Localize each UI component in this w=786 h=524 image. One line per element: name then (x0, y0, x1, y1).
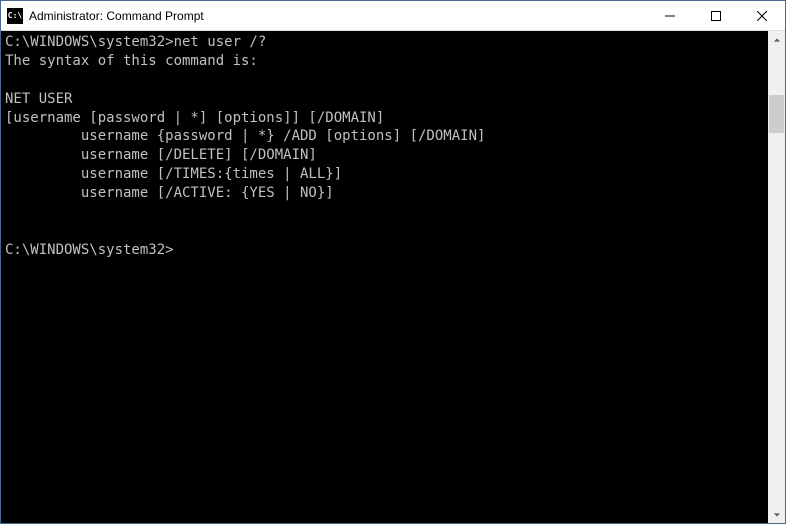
chevron-up-icon (773, 36, 781, 44)
maximize-icon (711, 11, 721, 21)
scrollbar-track[interactable] (768, 48, 785, 506)
typed-command: net user /? (174, 34, 267, 50)
maximize-button[interactable] (693, 1, 739, 30)
titlebar[interactable]: C:\ Administrator: Command Prompt (1, 1, 785, 31)
output-line: username [/TIMES:{times | ALL}] (5, 166, 342, 182)
command-prompt-window: C:\ Administrator: Command Prompt C:\WIN… (0, 0, 786, 524)
vertical-scrollbar[interactable] (768, 31, 785, 523)
prompt-path: C:\WINDOWS\system32> (5, 242, 174, 258)
content-area: C:\WINDOWS\system32>net user /? The synt… (1, 31, 785, 523)
output-line: [username [password | *] [options]] [/DO… (5, 110, 384, 126)
window-title: Administrator: Command Prompt (29, 9, 647, 23)
output-line: username {password | *} /ADD [options] [… (5, 128, 485, 144)
scroll-down-button[interactable] (768, 506, 785, 523)
minimize-icon (665, 11, 675, 21)
close-icon (757, 11, 767, 21)
output-line: The syntax of this command is: (5, 53, 258, 69)
scrollbar-thumb[interactable] (769, 95, 784, 133)
minimize-button[interactable] (647, 1, 693, 30)
prompt-path: C:\WINDOWS\system32> (5, 34, 174, 50)
scroll-up-button[interactable] (768, 31, 785, 48)
cmd-icon: C:\ (7, 8, 23, 24)
output-line: username [/ACTIVE: {YES | NO}] (5, 185, 334, 201)
window-controls (647, 1, 785, 30)
chevron-down-icon (773, 511, 781, 519)
output-line: NET USER (5, 91, 72, 107)
terminal-output[interactable]: C:\WINDOWS\system32>net user /? The synt… (1, 31, 768, 523)
output-line: username [/DELETE] [/DOMAIN] (5, 147, 317, 163)
close-button[interactable] (739, 1, 785, 30)
